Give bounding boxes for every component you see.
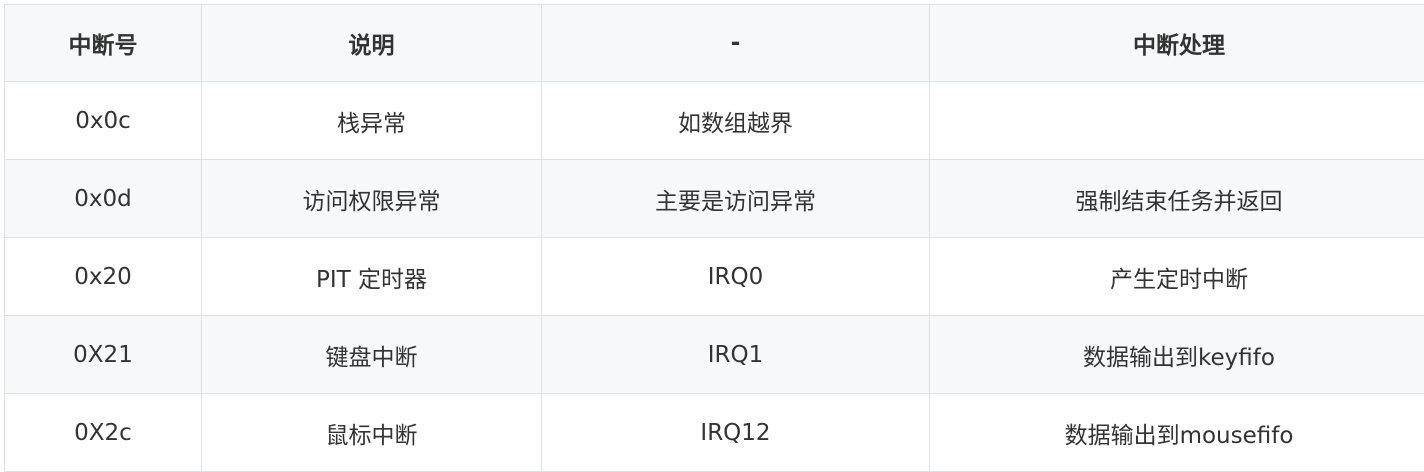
cell-handling: 数据输出到mousefifo bbox=[930, 394, 1424, 472]
table-row: 0x0c 栈异常 如数组越界 bbox=[5, 82, 1424, 160]
cell-detail: IRQ0 bbox=[542, 238, 930, 316]
interrupt-table: 中断号 说明 - 中断处理 0x0c 栈异常 如数组越界 0x0d 访问权限异常… bbox=[4, 4, 1424, 472]
table-row: 0X21 键盘中断 IRQ1 数据输出到keyfifo bbox=[5, 316, 1424, 394]
cell-interrupt-number: 0x0d bbox=[5, 160, 202, 238]
table-row: 0x20 PIT 定时器 IRQ0 产生定时中断 bbox=[5, 238, 1424, 316]
cell-handling: 数据输出到keyfifo bbox=[930, 316, 1424, 394]
cell-detail: 主要是访问异常 bbox=[542, 160, 930, 238]
cell-detail: IRQ1 bbox=[542, 316, 930, 394]
cell-description: 访问权限异常 bbox=[202, 160, 542, 238]
column-header-interrupt-number: 中断号 bbox=[5, 5, 202, 82]
cell-interrupt-number: 0X2c bbox=[5, 394, 202, 472]
column-header-dash: - bbox=[542, 5, 930, 82]
column-header-description: 说明 bbox=[202, 5, 542, 82]
cell-detail: 如数组越界 bbox=[542, 82, 930, 160]
cell-interrupt-number: 0X21 bbox=[5, 316, 202, 394]
cell-handling: 强制结束任务并返回 bbox=[930, 160, 1424, 238]
cell-description: PIT 定时器 bbox=[202, 238, 542, 316]
table-row: 0x0d 访问权限异常 主要是访问异常 强制结束任务并返回 bbox=[5, 160, 1424, 238]
cell-description: 键盘中断 bbox=[202, 316, 542, 394]
cell-interrupt-number: 0x0c bbox=[5, 82, 202, 160]
cell-detail: IRQ12 bbox=[542, 394, 930, 472]
table-row: 0X2c 鼠标中断 IRQ12 数据输出到mousefifo bbox=[5, 394, 1424, 472]
cell-description: 栈异常 bbox=[202, 82, 542, 160]
cell-description: 鼠标中断 bbox=[202, 394, 542, 472]
table-header-row: 中断号 说明 - 中断处理 bbox=[5, 5, 1424, 82]
column-header-interrupt-handling: 中断处理 bbox=[930, 5, 1424, 82]
cell-handling: 产生定时中断 bbox=[930, 238, 1424, 316]
cell-interrupt-number: 0x20 bbox=[5, 238, 202, 316]
cell-handling bbox=[930, 82, 1424, 160]
